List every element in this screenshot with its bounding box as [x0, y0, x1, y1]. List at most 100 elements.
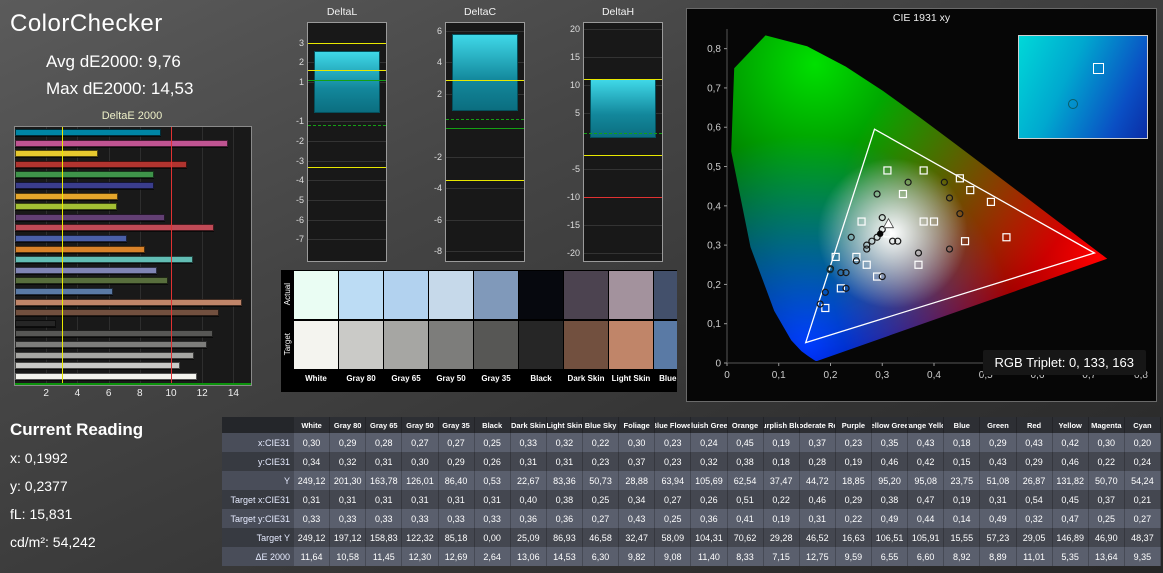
actual-patch-2	[384, 271, 428, 319]
table-header-cell: Orange	[728, 417, 764, 433]
rgb-triplet-readout: RGB Triplet: 0, 133, 163	[982, 350, 1146, 375]
table-row: Target x:CIE31 0,31 0,31 0,31 0,31 0,31 0,31 0,…	[222, 490, 1161, 509]
target-patch-7	[609, 321, 653, 369]
mini-tick-label: -4	[433, 183, 442, 194]
table-cell: 50,70	[1089, 471, 1125, 490]
table-cell: 8,89	[980, 547, 1017, 566]
table-cell: 0,31	[366, 490, 403, 509]
actual-label: Actual	[283, 283, 292, 306]
actual-patch-0	[294, 271, 338, 319]
table-cell: 0,32	[1017, 509, 1053, 528]
table-cell: 0,25	[1089, 509, 1125, 528]
table-cell: 0,24	[691, 433, 728, 452]
table-header-cell: Blue Flower	[655, 417, 692, 433]
table-cell: 105,69	[691, 471, 728, 490]
table-cell: 0,37	[1089, 490, 1125, 509]
deltae-bar-black	[15, 319, 57, 327]
table-cell: 58,09	[655, 528, 692, 547]
actual-patch-1	[339, 271, 383, 319]
target-patch-0	[294, 321, 338, 369]
patch-label-8: Blue Sky	[659, 374, 677, 383]
cie-x-tick-label: 0	[724, 370, 730, 381]
cie-white-point-dot	[876, 230, 884, 237]
mini-gridline	[308, 180, 386, 182]
mini-range-bar	[314, 50, 380, 114]
deltae-bar-light-skin	[15, 298, 242, 306]
mini-range-bar	[590, 79, 656, 139]
table-cell: 0,26	[475, 452, 511, 471]
table-row: Target y:CIE31 0,33 0,33 0,33 0,33 0,33 0,33 0,…	[222, 509, 1161, 528]
table-cell: 23,75	[944, 471, 981, 490]
table-cell: 0,45	[1053, 490, 1089, 509]
patch-comparison-strip: Actual Target White Gray 80 Gray 65 Gray 50…	[281, 270, 677, 392]
table-cell: 0,33	[439, 509, 475, 528]
table-cell: 249,12	[294, 471, 331, 490]
table-cell: 0,54	[1017, 490, 1053, 509]
mini-gridline	[446, 30, 524, 32]
table-row: Target Y 249,12 197,12 158,83 122,32 85,18 0,0…	[222, 528, 1161, 547]
mini-gridline	[446, 188, 524, 190]
mini-tick-label: 6	[436, 25, 442, 36]
table-cell: 0,33	[511, 433, 547, 452]
table-cell: 0,47	[1053, 509, 1089, 528]
deltal-plot-area: 3 2 1 -1 -2 -3 -4 -5 -6 -7	[296, 22, 387, 262]
table-cell: 0,18	[764, 452, 800, 471]
table-cell: 22,67	[511, 471, 547, 490]
table-cell: 28,88	[619, 471, 656, 490]
table-cell: 57,23	[980, 528, 1017, 547]
table-header-cell: Green	[980, 417, 1017, 433]
table-cell: 0,28	[366, 433, 403, 452]
table-cell: 0,27	[1125, 509, 1161, 528]
table-cell: 0,23	[836, 433, 872, 452]
table-cell: 131,82	[1053, 471, 1089, 490]
mini-tick-label: 2	[436, 88, 442, 99]
deltal-chart: DeltaL 3 2 1 -1 -2 -3 -4 -5 -6 -7	[281, 6, 393, 270]
table-cell: 0,29	[980, 433, 1017, 452]
cie-x-tick-label: 0,3	[875, 370, 889, 381]
table-header-cell: Purplish Blue	[764, 417, 800, 433]
table-header-cell: Purple	[836, 417, 872, 433]
table-cell: 32,47	[619, 528, 656, 547]
table-cell: 0,46	[1053, 452, 1089, 471]
target-label: Target	[283, 333, 292, 356]
table-cell: 0,25	[655, 509, 692, 528]
table-header-cell: Yellow Green	[872, 417, 909, 433]
patch-label-3: Gray 50	[436, 374, 466, 383]
table-cell: 0,45	[728, 433, 764, 452]
table-cell: 0,19	[764, 433, 800, 452]
table-cell: 201,30	[330, 471, 367, 490]
table-cell: 13,64	[1089, 547, 1125, 566]
cie-x-tick-label: 0,2	[824, 370, 838, 381]
table-cell: 0,29	[439, 452, 475, 471]
table-cell: 0,53	[475, 471, 511, 490]
table-cell: 16,63	[836, 528, 872, 547]
table-cell: 0,33	[366, 509, 403, 528]
table-cell: 70,62	[728, 528, 764, 547]
patch-label-7: Light Skin	[611, 374, 651, 383]
mini-tick-label: 1	[298, 77, 304, 87]
table-cell: 0,33	[294, 509, 331, 528]
table-cell: 0,36	[691, 509, 728, 528]
mini-tick-label: 3	[298, 37, 304, 48]
table-header-cell: Moderate Red	[800, 417, 836, 433]
deltae-x-tick-label: 10	[165, 388, 177, 399]
table-cell: 9,35	[1125, 547, 1161, 566]
table-cell: 6,55	[872, 547, 909, 566]
table-header-cell: Yellow	[1053, 417, 1089, 433]
cie-y-tick-label: 0,8	[707, 44, 721, 55]
cie-y-tick-label: 0,6	[707, 123, 721, 134]
table-cell: 11,45	[366, 547, 403, 566]
table-cell: 158,83	[366, 528, 403, 547]
table-cell: 0,43	[619, 509, 656, 528]
current-reading-title: Current Reading	[10, 420, 144, 439]
table-cell: 0,22	[836, 509, 872, 528]
table-row: ΔE 2000 11,64 10,58 11,45 12,30 12,69 2,64 13,0…	[222, 547, 1161, 566]
table-cell: 0,46	[872, 452, 909, 471]
deltae-bar-purplish-blue	[15, 235, 127, 242]
cie-y-tick-label: 0	[715, 359, 721, 370]
deltae-bar-red	[15, 160, 187, 168]
table-cell: 0,43	[908, 433, 945, 452]
table-cell: 126,01	[402, 471, 439, 490]
table-corner-cell	[222, 417, 294, 433]
deltae-bar-foliage	[15, 277, 169, 285]
